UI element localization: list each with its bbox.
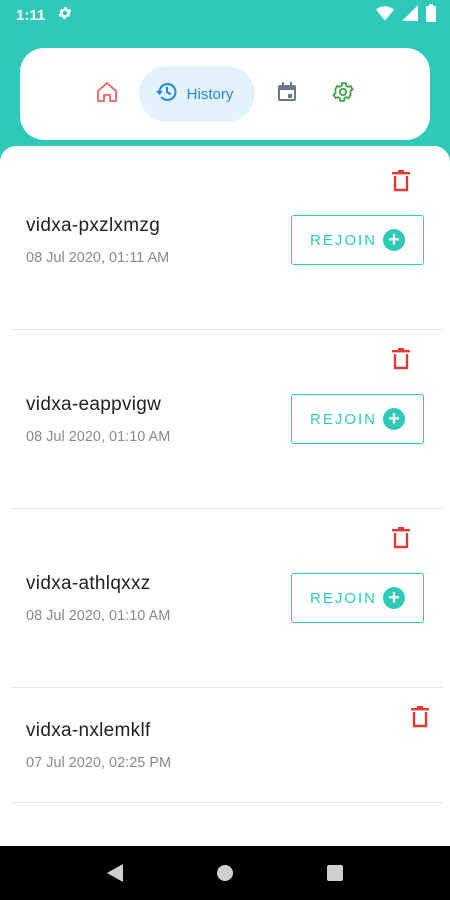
nav-calendar[interactable]	[259, 66, 315, 122]
delete-icon[interactable]	[410, 706, 432, 730]
list-item: vidxa-nxlemklf 07 Jul 2020, 02:25 PM	[10, 688, 443, 803]
top-nav: History	[20, 48, 430, 140]
list-item: vidxa-athlqxxz 08 Jul 2020, 01:10 AM REJ…	[10, 509, 443, 688]
status-bar: 1:11	[0, 0, 450, 30]
rejoin-button[interactable]: REJOIN +	[291, 215, 424, 265]
settings-icon	[331, 80, 355, 109]
meeting-name: vidxa-nxlemklf	[26, 720, 151, 741]
signal-icon	[402, 5, 418, 25]
delete-icon[interactable]	[391, 170, 413, 194]
nav-history-label: History	[186, 85, 234, 103]
settings-status-icon	[57, 5, 73, 25]
add-circle-icon: +	[383, 229, 405, 251]
meeting-name: vidxa-pxzlxmzg	[26, 215, 161, 236]
home-circle-icon[interactable]	[205, 853, 245, 893]
history-list: vidxa-pxzlxmzg 08 Jul 2020, 01:11 AM REJ…	[0, 146, 450, 846]
rejoin-label: REJOIN	[309, 589, 377, 607]
nav-settings[interactable]	[315, 66, 371, 122]
meeting-date: 08 Jul 2020, 01:10 AM	[26, 429, 171, 445]
battery-icon	[426, 4, 436, 26]
meeting-date: 08 Jul 2020, 01:10 AM	[26, 608, 171, 624]
calendar-icon	[275, 80, 299, 109]
home-icon	[95, 80, 119, 109]
add-circle-icon: +	[383, 587, 405, 609]
list-item: vidxa-pxzlxmzg 08 Jul 2020, 01:11 AM REJ…	[10, 146, 443, 330]
add-circle-icon: +	[383, 408, 405, 430]
back-icon[interactable]	[95, 853, 135, 893]
status-time: 1:11	[16, 6, 46, 24]
meeting-date: 08 Jul 2020, 01:11 AM	[26, 250, 170, 266]
rejoin-label: REJOIN	[309, 231, 377, 249]
system-nav-bar	[0, 846, 450, 900]
wifi-icon	[376, 5, 394, 25]
meeting-date: 07 Jul 2020, 02:25 PM	[26, 755, 172, 771]
history-icon	[155, 80, 179, 108]
meeting-name: vidxa-eappvigw	[26, 394, 162, 415]
rejoin-button[interactable]: REJOIN +	[291, 394, 424, 444]
nav-history[interactable]: History	[138, 66, 256, 122]
list-item: vidxa-eappvigw 08 Jul 2020, 01:10 AM REJ…	[10, 330, 443, 509]
delete-icon[interactable]	[391, 348, 413, 372]
nav-home[interactable]	[79, 66, 135, 122]
delete-icon[interactable]	[391, 527, 413, 551]
rejoin-button[interactable]: REJOIN +	[291, 573, 424, 623]
recents-icon[interactable]	[315, 853, 355, 893]
meeting-name: vidxa-athlqxxz	[26, 573, 151, 594]
rejoin-label: REJOIN	[309, 410, 377, 428]
